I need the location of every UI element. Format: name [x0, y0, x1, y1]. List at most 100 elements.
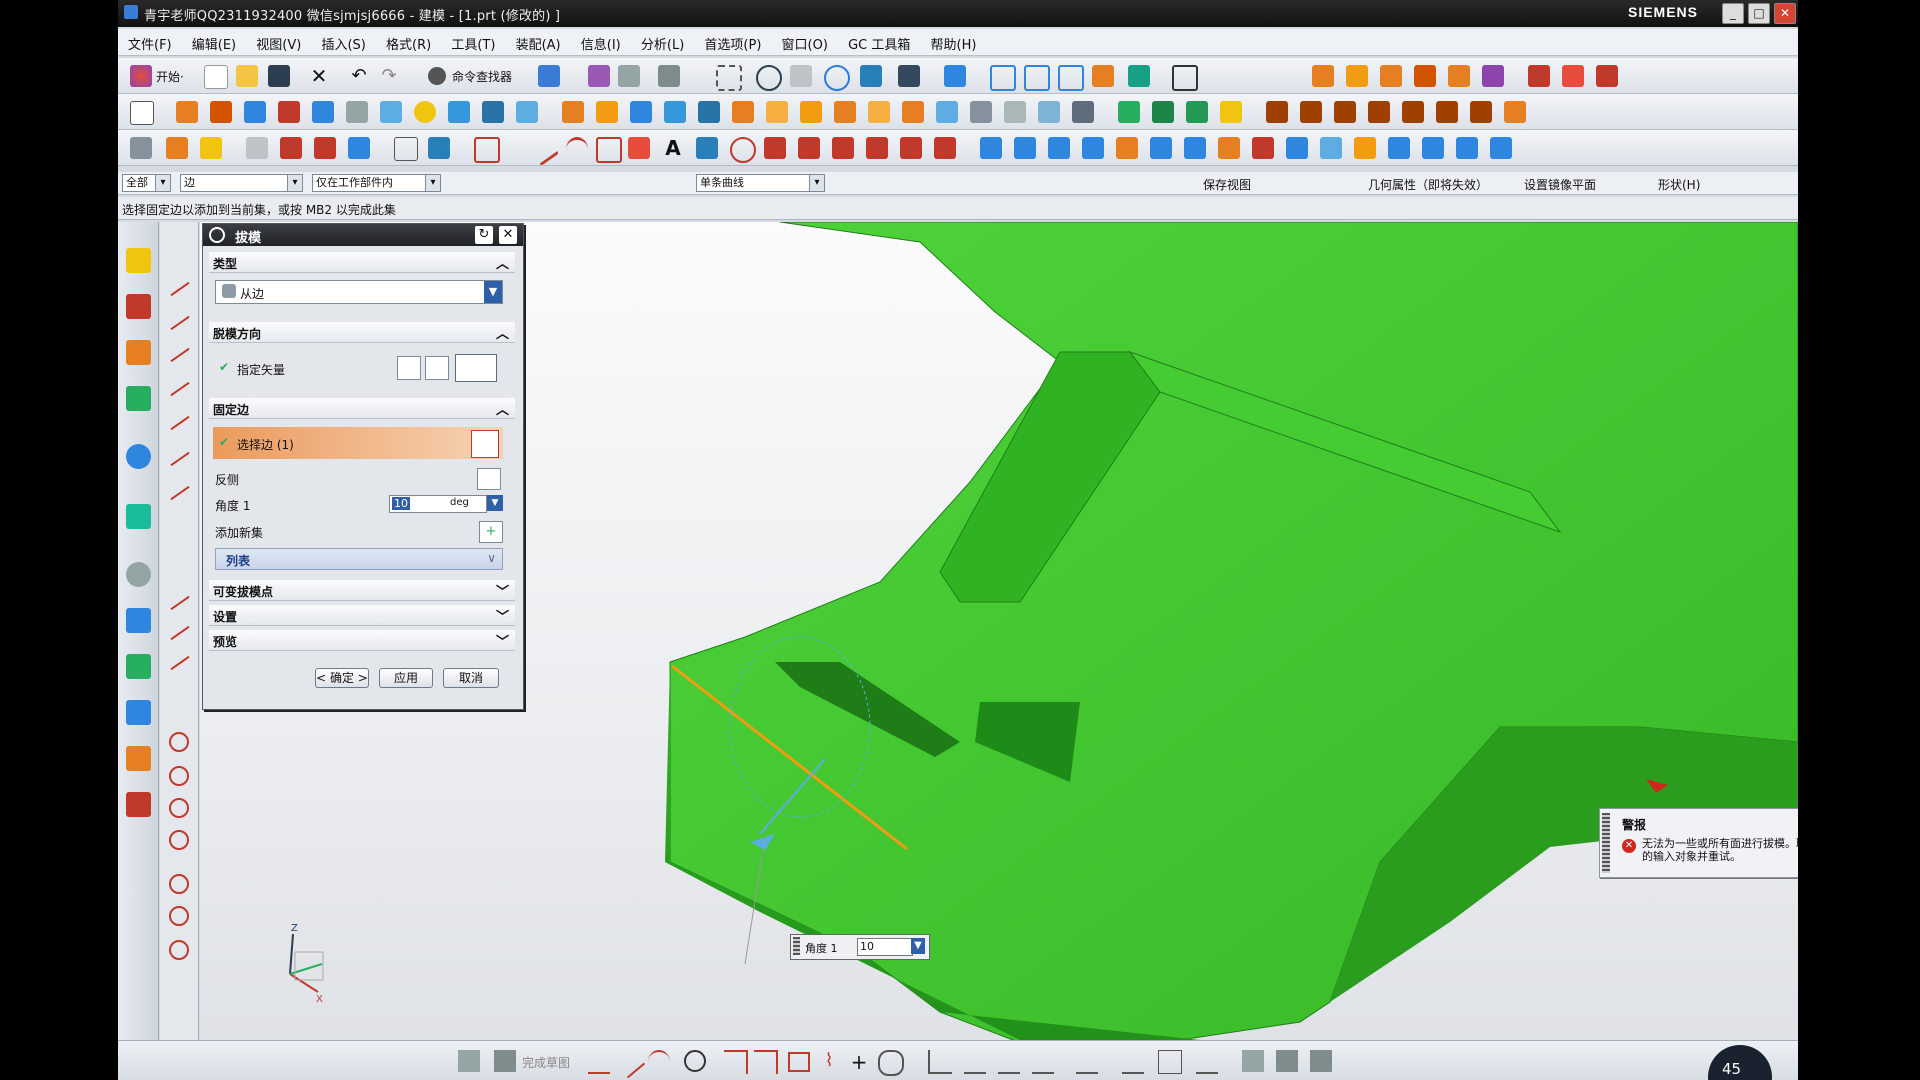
- part-navigator-icon[interactable]: [126, 340, 151, 365]
- assembly-icon[interactable]: [538, 65, 560, 87]
- menu-format[interactable]: 格式(R): [378, 29, 439, 53]
- sketch-circle-7-icon[interactable]: [169, 940, 189, 960]
- table-icon[interactable]: [130, 137, 152, 159]
- command-finder-label[interactable]: 命令查找器: [452, 68, 512, 85]
- menu-preferences[interactable]: 首选项(P): [696, 29, 769, 53]
- slot-icon[interactable]: [346, 101, 368, 123]
- reuse-library-icon[interactable]: [126, 386, 151, 411]
- collapse-icon[interactable]: ︿: [496, 399, 509, 418]
- dimension-tool-icon[interactable]: [1122, 1050, 1144, 1074]
- expand-icon[interactable]: ﹀: [496, 631, 509, 650]
- mirror-tool-icon[interactable]: [1158, 1050, 1182, 1074]
- surface-12-icon[interactable]: [1354, 137, 1376, 159]
- plane-icon[interactable]: [314, 137, 336, 159]
- chevron-down-icon[interactable]: ▼: [911, 938, 925, 954]
- boss-icon[interactable]: [278, 101, 300, 123]
- split-icon[interactable]: [732, 101, 754, 123]
- cancel-button[interactable]: 取消: [443, 668, 499, 688]
- maximize-button[interactable]: □: [1748, 3, 1770, 24]
- sketch-curve-3-icon[interactable]: [170, 655, 190, 671]
- section-fixed-edges[interactable]: 固定边 ︿: [209, 398, 515, 419]
- minimize-button[interactable]: _: [1722, 3, 1744, 24]
- add-set-icon[interactable]: +: [479, 521, 503, 543]
- curve-7-icon[interactable]: [1470, 101, 1492, 123]
- sketch-circle-1-icon[interactable]: [169, 732, 189, 752]
- expand-icon[interactable]: ﹀: [496, 581, 509, 600]
- vector-dialog-icon[interactable]: [425, 356, 449, 380]
- surface-10-icon[interactable]: [1286, 137, 1308, 159]
- dialog-settings-icon[interactable]: [209, 227, 225, 243]
- extract-curve-icon[interactable]: [934, 137, 956, 159]
- fillet-tool-icon[interactable]: [724, 1050, 748, 1074]
- feature-2-icon[interactable]: [1346, 65, 1368, 87]
- cone-icon[interactable]: [516, 101, 538, 123]
- surface-16-icon[interactable]: [1490, 137, 1512, 159]
- sync-replace-icon[interactable]: [1186, 101, 1208, 123]
- measure-icon[interactable]: [200, 137, 222, 159]
- subtract-icon[interactable]: [868, 101, 890, 123]
- sketch-trim-icon[interactable]: [170, 381, 190, 397]
- menu-view[interactable]: 视图(V): [248, 29, 309, 53]
- drag-handle[interactable]: [1602, 813, 1610, 873]
- scope-select[interactable]: 仅在工作部件内: [312, 174, 441, 192]
- chamfer-tool-icon[interactable]: [754, 1050, 778, 1074]
- rotate-icon[interactable]: [824, 65, 850, 91]
- project-icon[interactable]: [764, 137, 786, 159]
- section-icon[interactable]: [1092, 65, 1114, 87]
- feature-8-icon[interactable]: [1562, 65, 1584, 87]
- menu-assembly[interactable]: 装配(A): [508, 29, 569, 53]
- menu-info[interactable]: 信息(I): [573, 29, 629, 53]
- sketch-curve-1-icon[interactable]: [170, 595, 190, 611]
- join-curve-icon[interactable]: [900, 137, 922, 159]
- point-icon[interactable]: [246, 137, 268, 159]
- blend-icon[interactable]: [596, 101, 618, 123]
- section-variable-points[interactable]: 可变拔模点 ﹀: [209, 580, 515, 601]
- feature-9-icon[interactable]: [1596, 65, 1618, 87]
- sketch-curve-2-icon[interactable]: [170, 625, 190, 641]
- assembly-navigator-icon[interactable]: [126, 248, 151, 273]
- menu-gc-toolbox[interactable]: GC 工具箱: [840, 29, 918, 53]
- system-materials-icon[interactable]: [126, 608, 151, 633]
- cylinder-icon[interactable]: [448, 101, 470, 123]
- distance-icon[interactable]: [474, 137, 500, 163]
- sketch-extend-icon[interactable]: [170, 415, 190, 431]
- mirror-plane-button[interactable]: 设置镜像平面: [1524, 176, 1596, 193]
- specify-vector-row[interactable]: ✔ 指定矢量: [215, 352, 501, 384]
- draft-icon[interactable]: [562, 101, 584, 123]
- offset-tool-icon[interactable]: [878, 1050, 904, 1076]
- corner-tool-icon[interactable]: [998, 1050, 1020, 1074]
- chamfer-icon[interactable]: [630, 101, 652, 123]
- text-icon[interactable]: A: [662, 137, 684, 159]
- select-edge-row[interactable]: ✔ 选择边 (1): [213, 427, 503, 459]
- surface-6-icon[interactable]: [1150, 137, 1172, 159]
- angle-dropdown-icon[interactable]: ▼: [487, 495, 503, 511]
- save-view-button[interactable]: 保存视图: [1203, 176, 1251, 193]
- curve-5-icon[interactable]: [1402, 101, 1424, 123]
- close-button[interactable]: ✕: [1774, 3, 1796, 24]
- sketch-reattach-icon[interactable]: [1310, 1050, 1332, 1072]
- feature-5-icon[interactable]: [1448, 65, 1470, 87]
- zoom-icon[interactable]: [756, 65, 782, 91]
- sketch-orient-icon[interactable]: [1276, 1050, 1298, 1072]
- sync-offset-icon[interactable]: [1152, 101, 1174, 123]
- view-iso-icon[interactable]: [990, 65, 1016, 91]
- menu-edit[interactable]: 编辑(E): [184, 29, 244, 53]
- grid-icon[interactable]: [394, 137, 418, 161]
- surface-7-icon[interactable]: [1184, 137, 1206, 159]
- menu-window[interactable]: 窗口(O): [774, 29, 836, 53]
- sew-icon[interactable]: [1038, 101, 1060, 123]
- surface-14-icon[interactable]: [1422, 137, 1444, 159]
- angle-value[interactable]: 10: [392, 497, 410, 510]
- patch-icon[interactable]: [1072, 101, 1094, 123]
- geometry-properties-button[interactable]: 几何属性（即将失效）: [1368, 176, 1488, 193]
- menu-file[interactable]: 文件(F): [118, 29, 180, 53]
- unite-icon[interactable]: [834, 101, 856, 123]
- sketch-circle-3-icon[interactable]: [169, 798, 189, 818]
- type-select[interactable]: 从边 ▼: [215, 280, 503, 304]
- start-label[interactable]: 开始·: [156, 68, 184, 85]
- fit-icon[interactable]: [716, 65, 742, 91]
- line-tool-icon[interactable]: [612, 1045, 646, 1079]
- reverse-direction-icon[interactable]: [397, 356, 421, 380]
- system-scenes-icon[interactable]: [126, 792, 151, 817]
- ok-button[interactable]: < 确定 >: [315, 668, 369, 688]
